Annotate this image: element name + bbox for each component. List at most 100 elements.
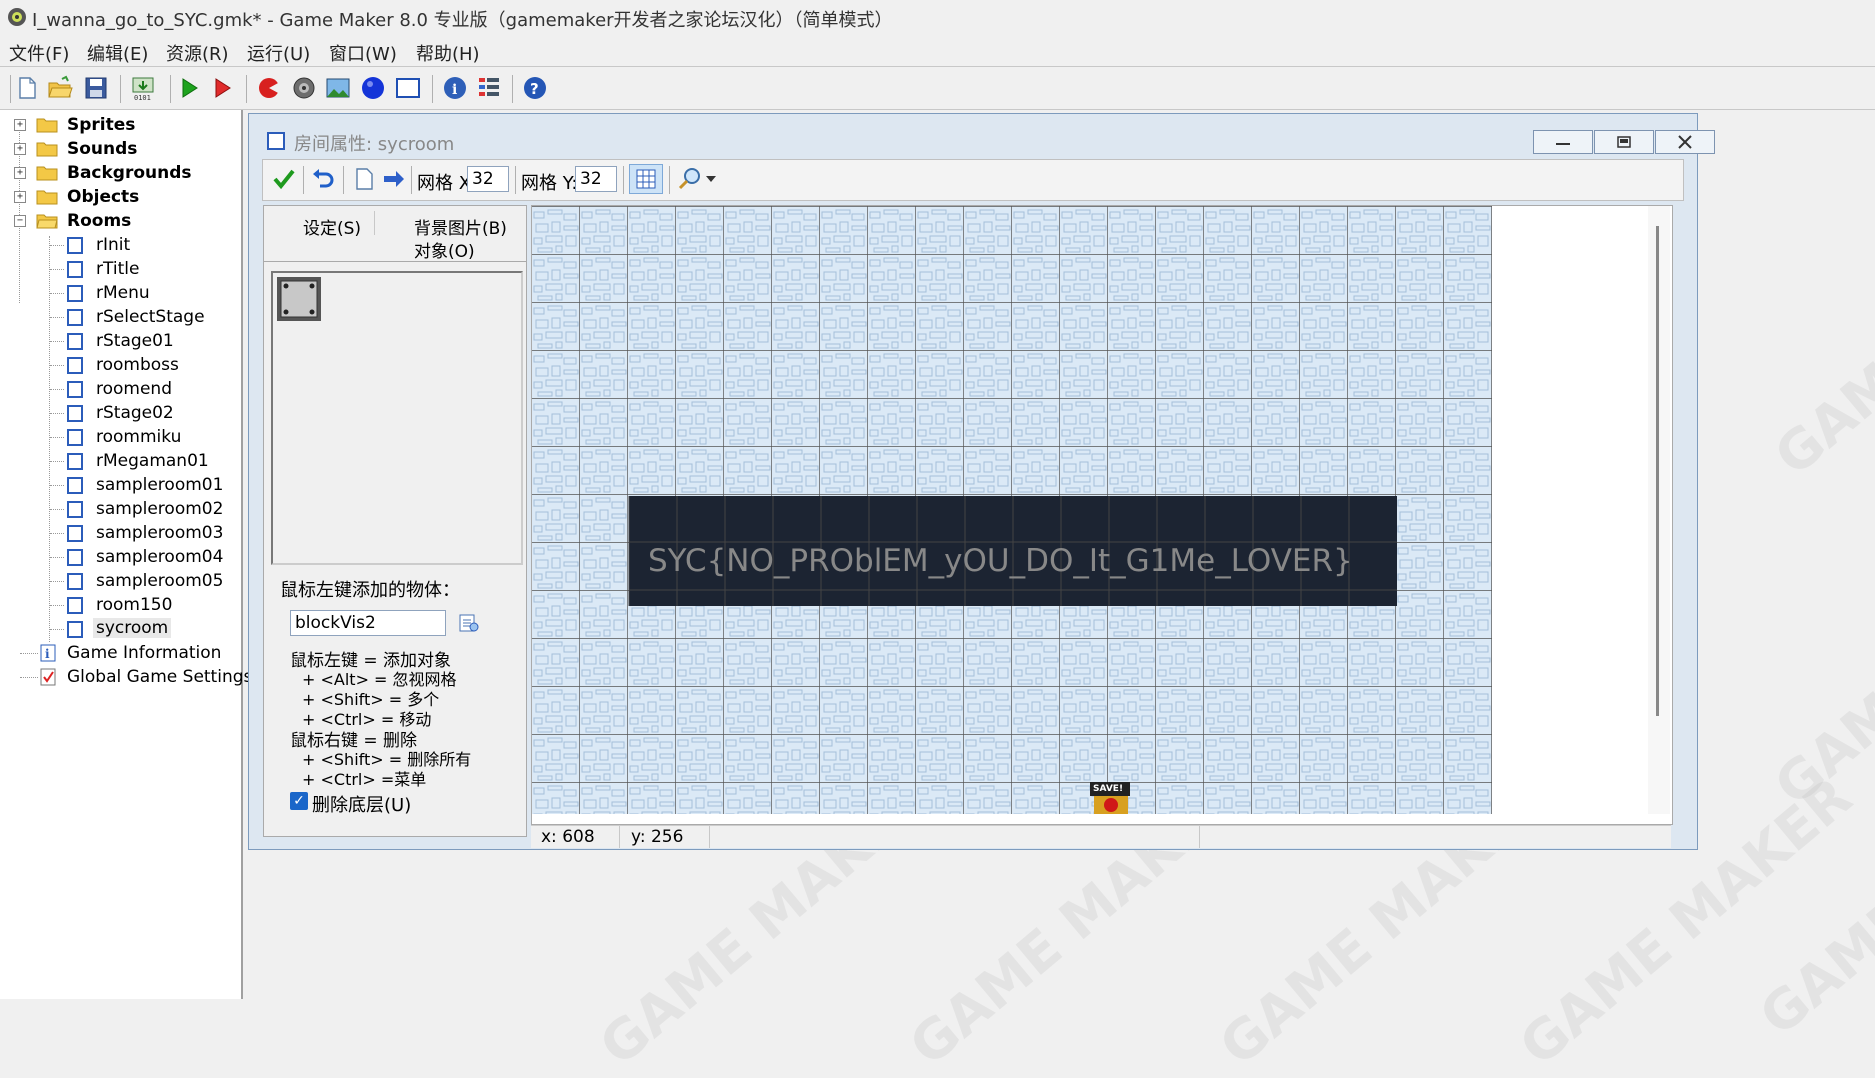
tree-room-item[interactable]: roomend [0, 378, 240, 400]
tree-room-item[interactable]: sampleroom03 [0, 522, 240, 544]
room-icon [67, 573, 83, 590]
room-text-label: SYC{NO_PROblEM_yOU_DO_It_G1Me_LOVER} [648, 543, 1353, 579]
tree-label: rStage02 [96, 403, 174, 423]
tree-room-item[interactable]: rMegaman01 [0, 450, 240, 472]
collapse-icon[interactable]: − [14, 215, 26, 227]
object-palette[interactable] [271, 271, 523, 565]
room-icon [67, 453, 83, 470]
tree-folder-sprites[interactable]: + Sprites [0, 114, 240, 136]
save-icon[interactable] [83, 75, 109, 101]
tree-folder-objects[interactable]: + Objects [0, 186, 240, 208]
menu-run[interactable]: 运行(U) [247, 40, 310, 66]
menu-file[interactable]: 文件(F) [9, 40, 69, 66]
add-sprite-icon[interactable] [256, 75, 282, 101]
toolbar-separator [246, 75, 247, 103]
expand-icon[interactable]: + [14, 191, 26, 203]
scrollbar-thumb[interactable] [1656, 226, 1659, 716]
clear-room-icon[interactable] [351, 166, 377, 192]
toolbar-grip [10, 75, 11, 103]
game-information-icon: i [40, 644, 56, 662]
tab-settings[interactable]: 设定(S) [303, 214, 361, 239]
new-file-icon[interactable] [14, 75, 40, 101]
title-bar: I_wanna_go_to_SYC.gmk* - Game Maker 8.0 … [0, 0, 1875, 35]
add-sound-icon[interactable] [291, 75, 317, 101]
menu-help[interactable]: 帮助(H) [416, 40, 480, 66]
create-executable-icon[interactable]: 0101 [130, 75, 156, 101]
save-label: SAVE! [1093, 784, 1124, 794]
tree-room-item[interactable]: roommiku [0, 426, 240, 448]
tree-room-item[interactable]: roomboss [0, 354, 240, 376]
add-background-icon[interactable] [325, 75, 351, 101]
delete-underlying-checkbox[interactable]: ✓ [290, 792, 308, 810]
tab-objects[interactable]: 对象(O) [414, 237, 475, 262]
shift-instances-icon[interactable] [381, 166, 407, 192]
minimize-button[interactable] [1533, 130, 1593, 154]
tree-room-item[interactable]: room150 [0, 594, 240, 616]
menu-resources[interactable]: 资源(R) [166, 40, 229, 66]
expand-icon[interactable]: + [14, 119, 26, 131]
folder-icon [36, 118, 58, 133]
room-icon [67, 333, 83, 350]
help-icon[interactable]: ? [522, 75, 548, 101]
tree-guide-line [50, 485, 64, 486]
tree-label: Game Information [67, 643, 222, 663]
tree-room-item[interactable]: sampleroom04 [0, 546, 240, 568]
tree-game-information[interactable]: i Game Information [0, 642, 240, 664]
tree-room-item[interactable]: rSelectStage [0, 306, 240, 328]
selected-object-field[interactable]: blockVis2 [290, 610, 446, 636]
game-information-icon[interactable]: i [442, 75, 468, 101]
tree-room-item[interactable]: rMenu [0, 282, 240, 304]
status-divider [1199, 826, 1200, 848]
open-folder-icon[interactable] [47, 75, 73, 101]
toggle-grid-button[interactable] [629, 164, 663, 194]
tab-backgrounds[interactable]: 背景图片(B) [414, 214, 507, 239]
room-icon [67, 477, 83, 494]
grid-y-label: 网格 Y: [521, 173, 578, 194]
tree-room-item[interactable]: sampleroom01 [0, 474, 240, 496]
tree-folder-sounds[interactable]: + Sounds [0, 138, 240, 160]
global-settings-icon[interactable] [476, 75, 502, 101]
game-maker-app-icon[interactable] [6, 6, 28, 28]
expand-icon[interactable]: + [14, 143, 26, 155]
tree-room-item[interactable]: sampleroom05 [0, 570, 240, 592]
tree-label: roomboss [96, 355, 179, 375]
close-button[interactable] [1655, 130, 1715, 154]
zoom-icon[interactable] [677, 166, 703, 192]
tree-room-item[interactable]: rInit [0, 234, 240, 256]
tree-folder-backgrounds[interactable]: + Backgrounds [0, 162, 240, 184]
select-object-menu-icon[interactable] [458, 612, 480, 634]
menu-window[interactable]: 窗口(W) [329, 40, 397, 66]
add-room-icon[interactable] [395, 75, 421, 101]
tree-room-item[interactable]: rStage02 [0, 402, 240, 424]
confirm-checkmark-icon[interactable] [271, 166, 297, 192]
tree-folder-rooms[interactable]: − Rooms [0, 210, 240, 232]
tree-room-item-selected[interactable]: sycroom [0, 618, 240, 640]
run-game-icon[interactable] [176, 75, 202, 101]
debug-game-icon[interactable] [209, 75, 235, 101]
svg-text:i: i [452, 82, 457, 98]
grid-y-input[interactable]: 32 [575, 166, 617, 192]
watermark: GAME MAKER [1762, 175, 1875, 488]
tree-room-item[interactable]: rStage01 [0, 330, 240, 352]
room-status-bar: x: 608 y: 256 [531, 825, 1671, 848]
tree-room-item[interactable]: sampleroom02 [0, 498, 240, 520]
grid-x-input[interactable]: 32 [467, 166, 509, 192]
room-icon [67, 261, 83, 278]
add-object-icon[interactable] [360, 75, 386, 101]
tree-global-game-settings[interactable]: Global Game Settings [0, 666, 252, 688]
tree-guide-line [50, 413, 64, 414]
room-canvas-area[interactable]: SYC{NO_PROblEM_yOU_DO_It_G1Me_LOVER} SAV… [531, 205, 1673, 825]
tree-room-item[interactable]: rTitle [0, 258, 240, 280]
undo-icon[interactable] [310, 166, 336, 192]
vertical-scrollbar[interactable] [1648, 206, 1670, 814]
room-canvas[interactable] [532, 206, 1492, 814]
expand-icon[interactable]: + [14, 167, 26, 179]
tree-label: rStage01 [96, 331, 174, 351]
block-object-thumbnail[interactable] [277, 277, 321, 321]
tree-label: Sounds [67, 139, 138, 159]
room-icon [67, 429, 83, 446]
restore-button[interactable] [1594, 130, 1654, 154]
menu-edit[interactable]: 编辑(E) [87, 40, 148, 66]
chevron-down-icon[interactable] [705, 174, 717, 184]
status-x-coordinate: x: 608 [541, 827, 595, 847]
